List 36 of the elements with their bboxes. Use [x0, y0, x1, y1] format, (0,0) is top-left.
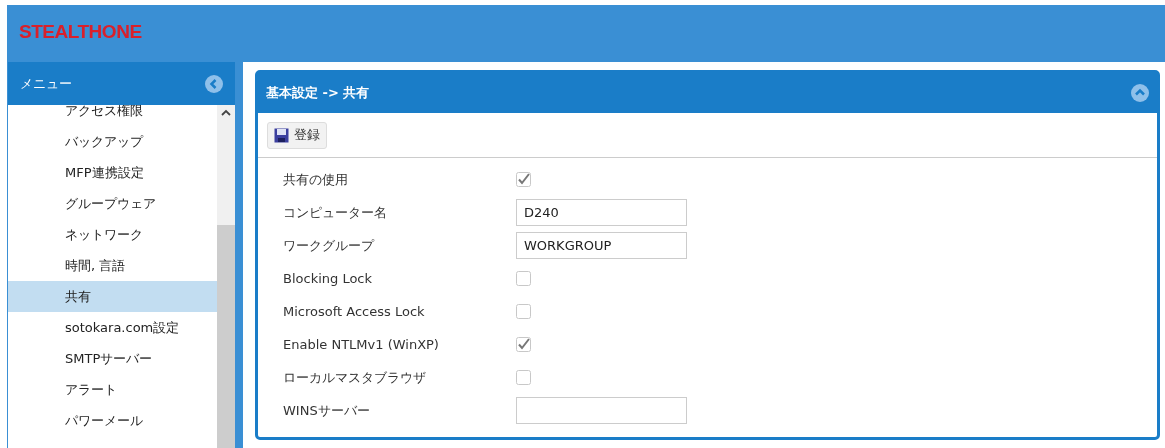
- menu-item[interactable]: sotokara.com設定: [8, 312, 217, 343]
- input-field[interactable]: WORKGROUP: [516, 232, 687, 259]
- menu-item[interactable]: 共有: [8, 281, 217, 312]
- collapse-up-icon[interactable]: [1131, 84, 1149, 102]
- field-label: 共有の使用: [283, 170, 349, 189]
- checkbox[interactable]: [516, 337, 531, 352]
- input-field[interactable]: [516, 397, 687, 424]
- scrollbar[interactable]: [217, 105, 235, 448]
- field-label: WINSサーバー: [283, 401, 371, 420]
- checkbox[interactable]: [516, 370, 531, 385]
- menu-item[interactable]: バックアップ: [8, 126, 217, 157]
- menu-item[interactable]: ネットワーク: [8, 219, 217, 250]
- panel-title: 基本設定 -> 共有: [266, 84, 370, 103]
- save-button[interactable]: 登録: [267, 121, 327, 149]
- menu-item[interactable]: グループウェア: [8, 188, 217, 219]
- menu-item[interactable]: 時間, 言語: [8, 250, 217, 281]
- menu-item[interactable]: MFP連携設定: [8, 157, 217, 188]
- menu-item[interactable]: アクセス権限: [8, 105, 217, 126]
- menu-item[interactable]: SMTPサーバー: [8, 343, 217, 374]
- checkbox[interactable]: [516, 304, 531, 319]
- field-label: Microsoft Access Lock: [283, 302, 426, 321]
- menu-title: メニュー: [20, 74, 72, 93]
- scrollbar-thumb[interactable]: [217, 225, 235, 448]
- field-label: Blocking Lock: [283, 269, 374, 288]
- menu-item[interactable]: パワーメール: [8, 405, 217, 436]
- checkbox[interactable]: [516, 271, 531, 286]
- field-label: Enable NTLMv1 (WinXP): [283, 335, 440, 354]
- field-label: コンピューター名: [283, 203, 388, 222]
- field-label: ワークグループ: [283, 236, 376, 255]
- input-field[interactable]: D240: [516, 199, 687, 226]
- checkbox[interactable]: [516, 172, 531, 187]
- scroll-up-icon[interactable]: [221, 109, 231, 117]
- collapse-icon[interactable]: [205, 74, 223, 93]
- logo-text: STEALTHONE: [19, 21, 142, 43]
- field-label: ローカルマスタブラウザ: [283, 368, 427, 387]
- menu-item[interactable]: アラート: [8, 374, 217, 405]
